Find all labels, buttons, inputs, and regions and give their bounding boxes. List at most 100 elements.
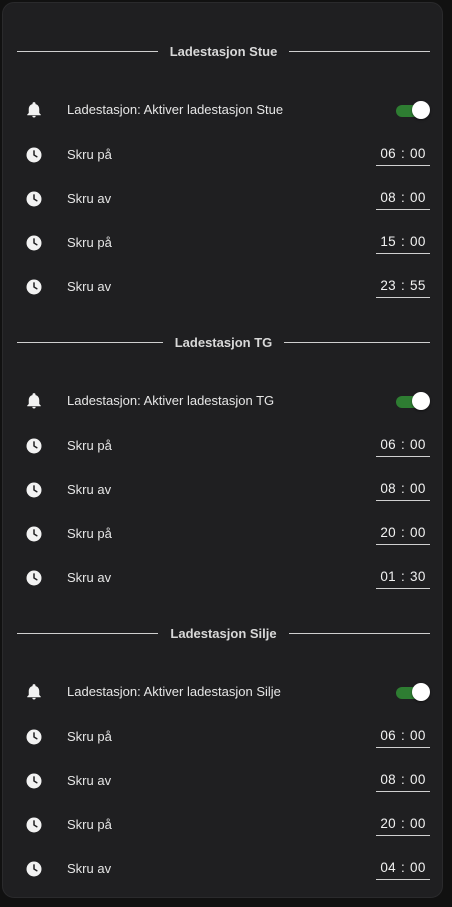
time-input[interactable]: 08:00 xyxy=(376,768,430,792)
enable-toggle[interactable] xyxy=(396,392,430,410)
hour-value: 08 xyxy=(380,481,396,496)
hour-value: 06 xyxy=(380,146,396,161)
toggle-label: Ladestasjon: Aktiver ladestasjon Silje xyxy=(67,684,281,699)
minute-value: 00 xyxy=(410,728,426,743)
time-row: Skru på 20:00 xyxy=(3,810,442,840)
clock-icon xyxy=(26,438,42,454)
hour-value: 08 xyxy=(380,190,396,205)
clock-icon xyxy=(26,773,42,789)
clock-icon xyxy=(26,526,42,542)
divider-line xyxy=(17,341,163,343)
minute-value: 00 xyxy=(410,772,426,787)
hour-value: 08 xyxy=(380,772,396,787)
time-input[interactable]: 20:00 xyxy=(376,812,430,836)
clock-icon xyxy=(26,147,42,163)
clock-icon xyxy=(26,482,42,498)
time-input[interactable]: 04:00 xyxy=(376,856,430,880)
divider-line xyxy=(289,50,431,52)
hour-value: 23 xyxy=(380,278,396,293)
time-input[interactable]: 23:55 xyxy=(376,274,430,298)
section-header: Ladestasjon Silje xyxy=(17,625,431,641)
hour-value: 06 xyxy=(380,437,396,452)
divider-line xyxy=(284,341,430,343)
toggle-knob xyxy=(412,683,430,701)
time-row: Skru på 20:00 xyxy=(3,519,442,549)
enable-toggle[interactable] xyxy=(396,683,430,701)
bell-icon xyxy=(27,393,41,409)
time-separator: : xyxy=(400,816,406,831)
minute-value: 00 xyxy=(410,525,426,540)
time-label: Skru av xyxy=(67,773,112,788)
bell-icon xyxy=(27,684,41,700)
time-label: Skru på xyxy=(67,729,112,744)
time-separator: : xyxy=(400,525,406,540)
bell-icon xyxy=(27,102,41,118)
time-row: Skru på 06:00 xyxy=(3,140,442,170)
time-row: Skru av 08:00 xyxy=(3,475,442,505)
hour-value: 15 xyxy=(380,234,396,249)
section-title: Ladestasjon Stue xyxy=(169,43,278,59)
time-separator: : xyxy=(400,860,406,875)
time-separator: : xyxy=(400,234,406,249)
toggle-label: Ladestasjon: Aktiver ladestasjon Stue xyxy=(67,102,284,117)
toggle-knob xyxy=(412,101,430,119)
time-row: Skru på 15:00 xyxy=(3,228,442,258)
time-input[interactable]: 06:00 xyxy=(376,433,430,457)
minute-value: 55 xyxy=(410,278,426,293)
time-row: Skru av 04:00 xyxy=(3,854,442,884)
time-input[interactable]: 06:00 xyxy=(376,724,430,748)
time-row: Skru på 06:00 xyxy=(3,722,442,752)
section-title: Ladestasjon TG xyxy=(174,334,273,350)
hour-value: 04 xyxy=(380,860,396,875)
time-label: Skru av xyxy=(67,482,112,497)
time-label: Skru av xyxy=(67,570,112,585)
time-label: Skru på xyxy=(67,526,112,541)
minute-value: 00 xyxy=(410,816,426,831)
minute-value: 00 xyxy=(410,481,426,496)
hour-value: 01 xyxy=(380,569,396,584)
time-label: Skru på xyxy=(67,235,112,250)
time-input[interactable]: 06:00 xyxy=(376,142,430,166)
clock-icon xyxy=(26,817,42,833)
time-label: Skru av xyxy=(67,279,112,294)
toggle-row: Ladestasjon: Aktiver ladestasjon Stue xyxy=(3,95,442,125)
time-input[interactable]: 20:00 xyxy=(376,521,430,545)
time-row: Skru av 23:55 xyxy=(3,272,442,302)
minute-value: 00 xyxy=(410,190,426,205)
hour-value: 06 xyxy=(380,728,396,743)
time-label: Skru på xyxy=(67,438,112,453)
time-input[interactable]: 08:00 xyxy=(376,186,430,210)
hour-value: 20 xyxy=(380,525,396,540)
time-row: Skru av 08:00 xyxy=(3,184,442,214)
clock-icon xyxy=(26,729,42,745)
time-input[interactable]: 08:00 xyxy=(376,477,430,501)
time-row: Skru av 01:30 xyxy=(3,563,442,593)
time-separator: : xyxy=(400,278,406,293)
clock-icon xyxy=(26,861,42,877)
time-separator: : xyxy=(400,146,406,161)
time-separator: : xyxy=(400,190,406,205)
minute-value: 30 xyxy=(410,569,426,584)
section-header: Ladestasjon TG xyxy=(17,334,430,350)
time-separator: : xyxy=(400,481,406,496)
toggle-row: Ladestasjon: Aktiver ladestasjon TG xyxy=(3,386,442,416)
enable-toggle[interactable] xyxy=(396,101,430,119)
toggle-label: Ladestasjon: Aktiver ladestasjon TG xyxy=(67,393,275,408)
time-row: Skru på 06:00 xyxy=(3,431,442,461)
hour-value: 20 xyxy=(380,816,396,831)
divider-line xyxy=(17,632,159,634)
time-input[interactable]: 01:30 xyxy=(376,565,430,589)
time-label: Skru av xyxy=(67,861,112,876)
time-label: Skru på xyxy=(67,147,112,162)
section-header: Ladestasjon Stue xyxy=(17,43,431,59)
divider-line xyxy=(288,632,431,634)
section-title: Ladestasjon Silje xyxy=(170,625,277,641)
time-separator: : xyxy=(400,569,406,584)
toggle-row: Ladestasjon: Aktiver ladestasjon Silje xyxy=(3,677,442,707)
time-separator: : xyxy=(400,437,406,452)
time-row: Skru av 08:00 xyxy=(3,766,442,796)
time-separator: : xyxy=(400,772,406,787)
time-input[interactable]: 15:00 xyxy=(376,230,430,254)
clock-icon xyxy=(26,570,42,586)
clock-icon xyxy=(26,191,42,207)
